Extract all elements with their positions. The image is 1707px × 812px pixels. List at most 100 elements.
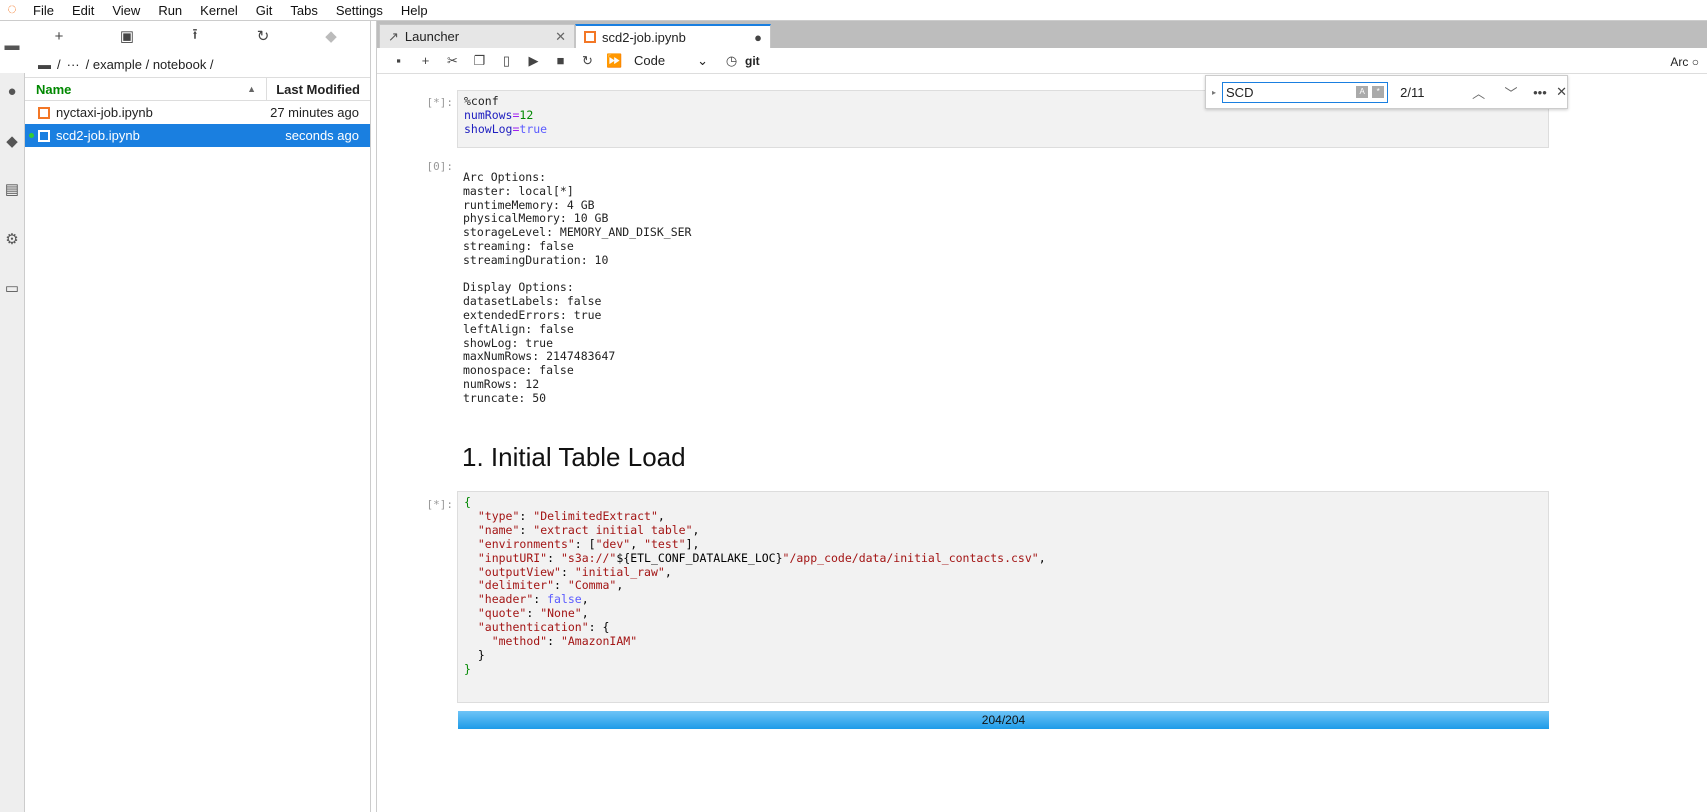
- chevron-down-icon: ⌄: [697, 52, 708, 68]
- file-row-selected[interactable]: scd2-job.ipynb seconds ago: [25, 124, 370, 147]
- save-icon[interactable]: ▪: [385, 53, 412, 68]
- code-line: {: [464, 495, 1542, 510]
- regex-icon[interactable]: *: [1372, 86, 1385, 98]
- cut-icon[interactable]: ✂: [439, 53, 466, 69]
- code-token: "Comma": [567, 578, 617, 593]
- search-input[interactable]: SCD A *: [1222, 81, 1389, 103]
- code-token: "quote": [477, 606, 527, 621]
- code-token: "type": [477, 508, 520, 523]
- cell-type-select[interactable]: Code ⌄: [628, 53, 708, 69]
- more-options-icon[interactable]: •••: [1533, 85, 1550, 100]
- upload-icon[interactable]: ⭱: [161, 24, 229, 49]
- previous-match-icon[interactable]: ︿: [1472, 83, 1498, 102]
- paste-icon[interactable]: ▯: [493, 53, 520, 69]
- tabs-icon[interactable]: ▭: [3, 280, 21, 298]
- tab-bar: ↗ Launcher ✕ scd2-job.ipynb ●: [377, 21, 1707, 48]
- menu-tabs[interactable]: Tabs: [281, 3, 326, 18]
- breadcrumb-path[interactable]: / example / notebook /: [86, 57, 214, 72]
- code-line: "name": "extract initial table",: [464, 522, 1542, 538]
- breadcrumb-root[interactable]: /: [57, 57, 61, 72]
- home-folder-icon[interactable]: ▬: [38, 57, 51, 72]
- unsaved-dot-icon[interactable]: ●: [754, 30, 762, 45]
- code-token: {: [464, 495, 471, 509]
- kernel-status-icon: ○: [1691, 55, 1699, 69]
- code-token: "authentication": [477, 620, 589, 635]
- git-icon[interactable]: ◆: [3, 133, 21, 151]
- code-token: :: [526, 606, 541, 621]
- tab-label: Launcher: [404, 28, 460, 44]
- running-kernels-icon[interactable]: ●: [3, 83, 21, 101]
- notebook-icon: [584, 31, 596, 43]
- kernel-name[interactable]: Arc ○: [1670, 55, 1699, 69]
- git-button[interactable]: git: [745, 54, 760, 68]
- expand-replace-icon[interactable]: ▸: [1212, 88, 1216, 97]
- activity-bar: ▬ ● ◆ ▤ ⚙ ▭: [0, 21, 26, 812]
- next-match-icon[interactable]: ﹀: [1505, 83, 1528, 102]
- cell-output: Arc Options: master: local[*] runtimeMem…: [463, 170, 692, 405]
- code-token: ,: [692, 522, 700, 537]
- code-line: }: [464, 661, 1542, 677]
- code-cell-extract[interactable]: { "type": "DelimitedExtract", "name": "e…: [457, 491, 1549, 703]
- code-token: }: [464, 661, 471, 676]
- code-token: :: [519, 522, 534, 537]
- column-name-label: Name: [36, 81, 72, 97]
- code-line: "delimiter": "Comma",: [464, 578, 1542, 593]
- cell-prompt: [*]:: [426, 96, 454, 109]
- case-sensitive-icon[interactable]: A: [1356, 86, 1369, 98]
- menu-settings[interactable]: Settings: [327, 3, 392, 18]
- file-name: scd2-job.ipynb: [56, 128, 140, 143]
- restart-icon[interactable]: ↻: [574, 53, 601, 69]
- cell-prompt: [*]:: [426, 498, 454, 511]
- progress-label: 204/204: [981, 713, 1026, 727]
- code-token: :: [533, 592, 548, 607]
- copy-icon[interactable]: ❐: [466, 53, 493, 69]
- file-row[interactable]: nyctaxi-job.ipynb 27 minutes ago: [25, 101, 370, 124]
- code-line: "inputURI": "s3a://"${ETL_CONF_DATALAKE_…: [464, 550, 1542, 566]
- tab-launcher[interactable]: ↗ Launcher ✕: [379, 24, 575, 48]
- column-name[interactable]: Name ▲: [25, 78, 267, 100]
- cell-type-value: Code: [634, 52, 666, 68]
- insert-cell-icon[interactable]: +: [412, 53, 439, 68]
- run-icon[interactable]: ▶: [520, 53, 547, 69]
- code-token: "initial_raw": [574, 564, 665, 579]
- code-token: :: [547, 634, 561, 649]
- menu-file[interactable]: File: [24, 3, 63, 18]
- progress-bar: 204/204: [458, 711, 1549, 729]
- column-last-modified[interactable]: Last Modified: [267, 82, 370, 97]
- code-token: ,: [581, 606, 589, 621]
- menu-help[interactable]: Help: [392, 3, 437, 18]
- run-all-icon[interactable]: ⏩: [601, 53, 628, 69]
- git-clone-icon[interactable]: ◆: [297, 27, 365, 45]
- extensions-icon[interactable]: ⚙: [3, 231, 21, 249]
- menu-view[interactable]: View: [103, 3, 149, 18]
- new-launcher-icon[interactable]: +: [25, 28, 93, 45]
- stop-icon[interactable]: ■: [547, 53, 574, 68]
- tab-scd2-job[interactable]: scd2-job.ipynb ●: [575, 24, 771, 48]
- close-icon[interactable]: ✕: [555, 29, 566, 45]
- new-folder-icon[interactable]: ▣: [93, 27, 161, 45]
- code-line: "quote": "None",: [464, 606, 1542, 621]
- refresh-icon[interactable]: ↻: [229, 27, 297, 45]
- notebook-icon: [38, 129, 50, 142]
- menu-git[interactable]: Git: [247, 3, 282, 18]
- code-token: false: [547, 592, 582, 607]
- code-token: "inputURI": [477, 550, 548, 565]
- launcher-icon: ↗: [388, 28, 399, 44]
- code-token: ${ETL_CONF_DATALAKE_LOC}: [616, 550, 783, 565]
- menu-edit[interactable]: Edit: [63, 3, 103, 18]
- close-search-icon[interactable]: ✕: [1556, 84, 1567, 100]
- code-token: ,: [664, 564, 672, 579]
- notebook-toolbar: ▪ + ✂ ❐ ▯ ▶ ■ ↻ ⏩ Code ⌄ ◷ git Arc ○: [377, 48, 1707, 74]
- table-of-contents-icon[interactable]: ▤: [3, 181, 21, 199]
- menu-run[interactable]: Run: [149, 3, 191, 18]
- code-token: "AmazonIAM": [560, 634, 638, 649]
- menu-kernel[interactable]: Kernel: [191, 3, 247, 18]
- folder-icon[interactable]: ▬: [3, 37, 21, 55]
- breadcrumb-ellipsis[interactable]: ···: [67, 57, 80, 72]
- code-token: :: [547, 550, 561, 565]
- clock-icon[interactable]: ◷: [718, 53, 745, 69]
- output-prompt: [0]:: [426, 160, 454, 173]
